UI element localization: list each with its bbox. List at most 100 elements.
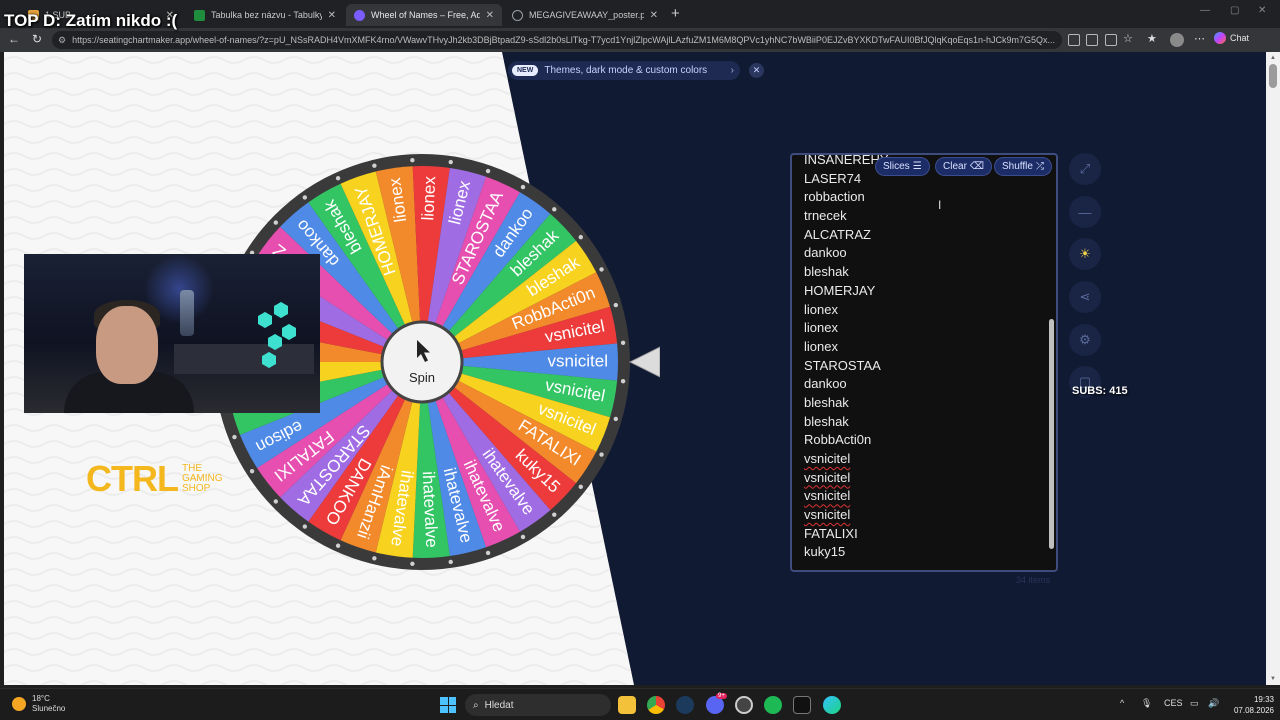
wheel-rim-dot (485, 168, 491, 174)
page-scroll-thumb[interactable] (1269, 64, 1277, 88)
entry-item[interactable]: vsnicitel (804, 487, 889, 506)
wheel-rim-dot (613, 302, 619, 308)
entry-item[interactable]: dankoo (804, 375, 889, 394)
wheel-rim-dot (552, 207, 557, 212)
read-aloud-icon[interactable] (1086, 34, 1098, 46)
entry-item[interactable]: robbaction (804, 188, 889, 207)
scroll-up-icon[interactable]: ▲ (1270, 55, 1276, 61)
obs-icon[interactable] (735, 696, 753, 714)
minimize-icon[interactable]: — (1200, 5, 1210, 16)
profile-avatar[interactable] (1170, 33, 1184, 47)
start-button[interactable] (440, 697, 456, 713)
sheets-icon (194, 9, 205, 21)
address-bar: ← ↻ ⚙ https://seatingchartmaker.app/whee… (0, 28, 1280, 52)
wheel-rim-dot (302, 195, 308, 200)
url-text: https://seatingchartmaker.app/wheel-of-n… (72, 35, 1056, 45)
site-info-icon[interactable]: ⚙ (58, 35, 66, 46)
entry-item[interactable]: lionex (804, 319, 889, 338)
entry-item[interactable]: vsnicitel (804, 506, 889, 525)
page-scrollbar[interactable] (1266, 52, 1280, 685)
tab-4[interactable]: MEGAGIVEAWAAY_poster.png (94 ✕ (504, 4, 666, 26)
entry-item[interactable]: FATALIXI (804, 525, 889, 544)
wheel-rim-dot (599, 267, 604, 272)
stream-overlay-title: TOP D: Zatím nikdo :( (4, 11, 178, 30)
volume-icon[interactable]: 🔊 (1208, 698, 1219, 709)
favorite-star-icon[interactable]: ☆ (1123, 32, 1133, 45)
entry-item[interactable]: lionex (804, 301, 889, 320)
discord-badge: 9+ (716, 693, 727, 699)
entry-item[interactable]: kuky15 (804, 543, 889, 562)
edge-icon[interactable] (823, 696, 841, 714)
theme-icon[interactable]: ☀ (1069, 238, 1101, 270)
language-indicator[interactable]: CES (1164, 698, 1183, 708)
wheel-rim-dot (520, 534, 526, 540)
tab-close-icon[interactable]: ✕ (644, 10, 658, 21)
settings-icon[interactable]: ⚙ (1069, 324, 1101, 356)
whats-new-banner[interactable]: NEW Themes, dark mode & custom colors › (508, 61, 740, 80)
file-explorer-icon[interactable] (618, 696, 636, 714)
tab-close-icon[interactable]: ✕ (480, 10, 494, 21)
entry-item[interactable]: LASER74 (804, 170, 889, 189)
entries-count: 34 items (1016, 575, 1051, 585)
new-tab-icon[interactable]: + (671, 5, 680, 22)
back-icon[interactable]: ← (8, 32, 20, 46)
entry-item[interactable]: bleshak (804, 413, 889, 432)
close-icon[interactable]: ✕ (749, 63, 764, 78)
entry-item[interactable]: HOMERJAY (804, 282, 889, 301)
entry-item[interactable]: RobbActi0n (804, 431, 889, 450)
reader-mode-icon[interactable] (1105, 34, 1117, 46)
scroll-down-icon[interactable]: ▼ (1270, 676, 1276, 682)
tab-3-active[interactable]: Wheel of Names – Free, Ad-Free & Secure … (346, 4, 502, 26)
trophy-icon (180, 290, 194, 336)
entry-item[interactable]: bleshak (804, 394, 889, 413)
wheel-favicon-icon (354, 9, 365, 21)
wheel-rim-dot (410, 158, 415, 163)
entry-item[interactable]: ALCATRAZ (804, 226, 889, 245)
sliders-icon: ☰ (912, 161, 922, 172)
reload-icon[interactable]: ↻ (32, 32, 42, 46)
entries-scroll-thumb[interactable] (1049, 319, 1054, 549)
wheel-rim-dot (410, 561, 415, 566)
entries-textarea[interactable]: INSANEREHY LASER74 robbaction trnecek ALCAT… (790, 153, 1058, 572)
minimize-panel-icon[interactable]: — (1069, 196, 1101, 228)
spotify-icon[interactable] (764, 696, 782, 714)
more-menu-icon[interactable]: ⋯ (1194, 32, 1205, 45)
copilot-chat-button[interactable]: Chat (1214, 32, 1249, 44)
close-window-icon[interactable]: ✕ (1258, 5, 1266, 16)
tab-2[interactable]: Tabulka bez názvu - Tabulky Google ✕ (186, 4, 344, 26)
entry-item[interactable]: vsnicitel (804, 450, 889, 469)
shuffle-button[interactable]: Shuffle ⤮ (995, 158, 1051, 175)
expand-icon[interactable]: ⤢ (1069, 153, 1101, 185)
clock[interactable]: 19:33 07.08.2026 (1228, 694, 1274, 716)
chat-label: Chat (1230, 33, 1250, 43)
url-field[interactable]: ⚙ https://seatingchartmaker.app/wheel-of… (52, 31, 1062, 49)
tab-close-icon[interactable]: ✕ (322, 10, 336, 21)
streamlabs-icon[interactable] (793, 696, 811, 714)
logo-main-text: CTRL (86, 458, 179, 499)
entry-item[interactable]: vsnicitel (804, 469, 889, 488)
favorites-icon[interactable]: ★ (1147, 32, 1157, 45)
slices-button[interactable]: Slices ☰ (876, 158, 929, 175)
chevron-up-icon[interactable]: ^ (1120, 698, 1124, 708)
microphone-icon[interactable]: 🎙 (1141, 698, 1152, 709)
entries-scrollbar[interactable] (1049, 159, 1054, 569)
entry-item[interactable]: lionex (804, 338, 889, 357)
entries-list[interactable]: INSANEREHY LASER74 robbaction trnecek ALCAT… (804, 155, 889, 562)
taskbar-search[interactable]: ⌕ Hledat (465, 694, 611, 716)
tab-label: Wheel of Names – Free, Ad-Free & Secure (371, 10, 480, 20)
entry-item[interactable]: trnecek (804, 207, 889, 226)
entry-item[interactable]: dankoo (804, 244, 889, 263)
clear-button[interactable]: Clear ⌫ (936, 158, 992, 175)
wheel-rim-dot (613, 416, 619, 422)
entry-item[interactable]: STAROSTAA (804, 357, 889, 376)
share-icon[interactable]: ⋖ (1069, 281, 1101, 313)
globe-icon (512, 9, 523, 21)
entry-item[interactable]: bleshak (804, 263, 889, 282)
weather-widget[interactable]: 18°C Slunečno (12, 694, 65, 714)
maximize-icon[interactable]: ▢ (1230, 5, 1239, 16)
steam-icon[interactable] (676, 696, 694, 714)
chrome-icon[interactable] (647, 696, 665, 714)
apps-icon[interactable] (1068, 34, 1080, 46)
display-icon[interactable]: ▭ (1190, 698, 1199, 709)
spin-button[interactable] (380, 320, 464, 404)
